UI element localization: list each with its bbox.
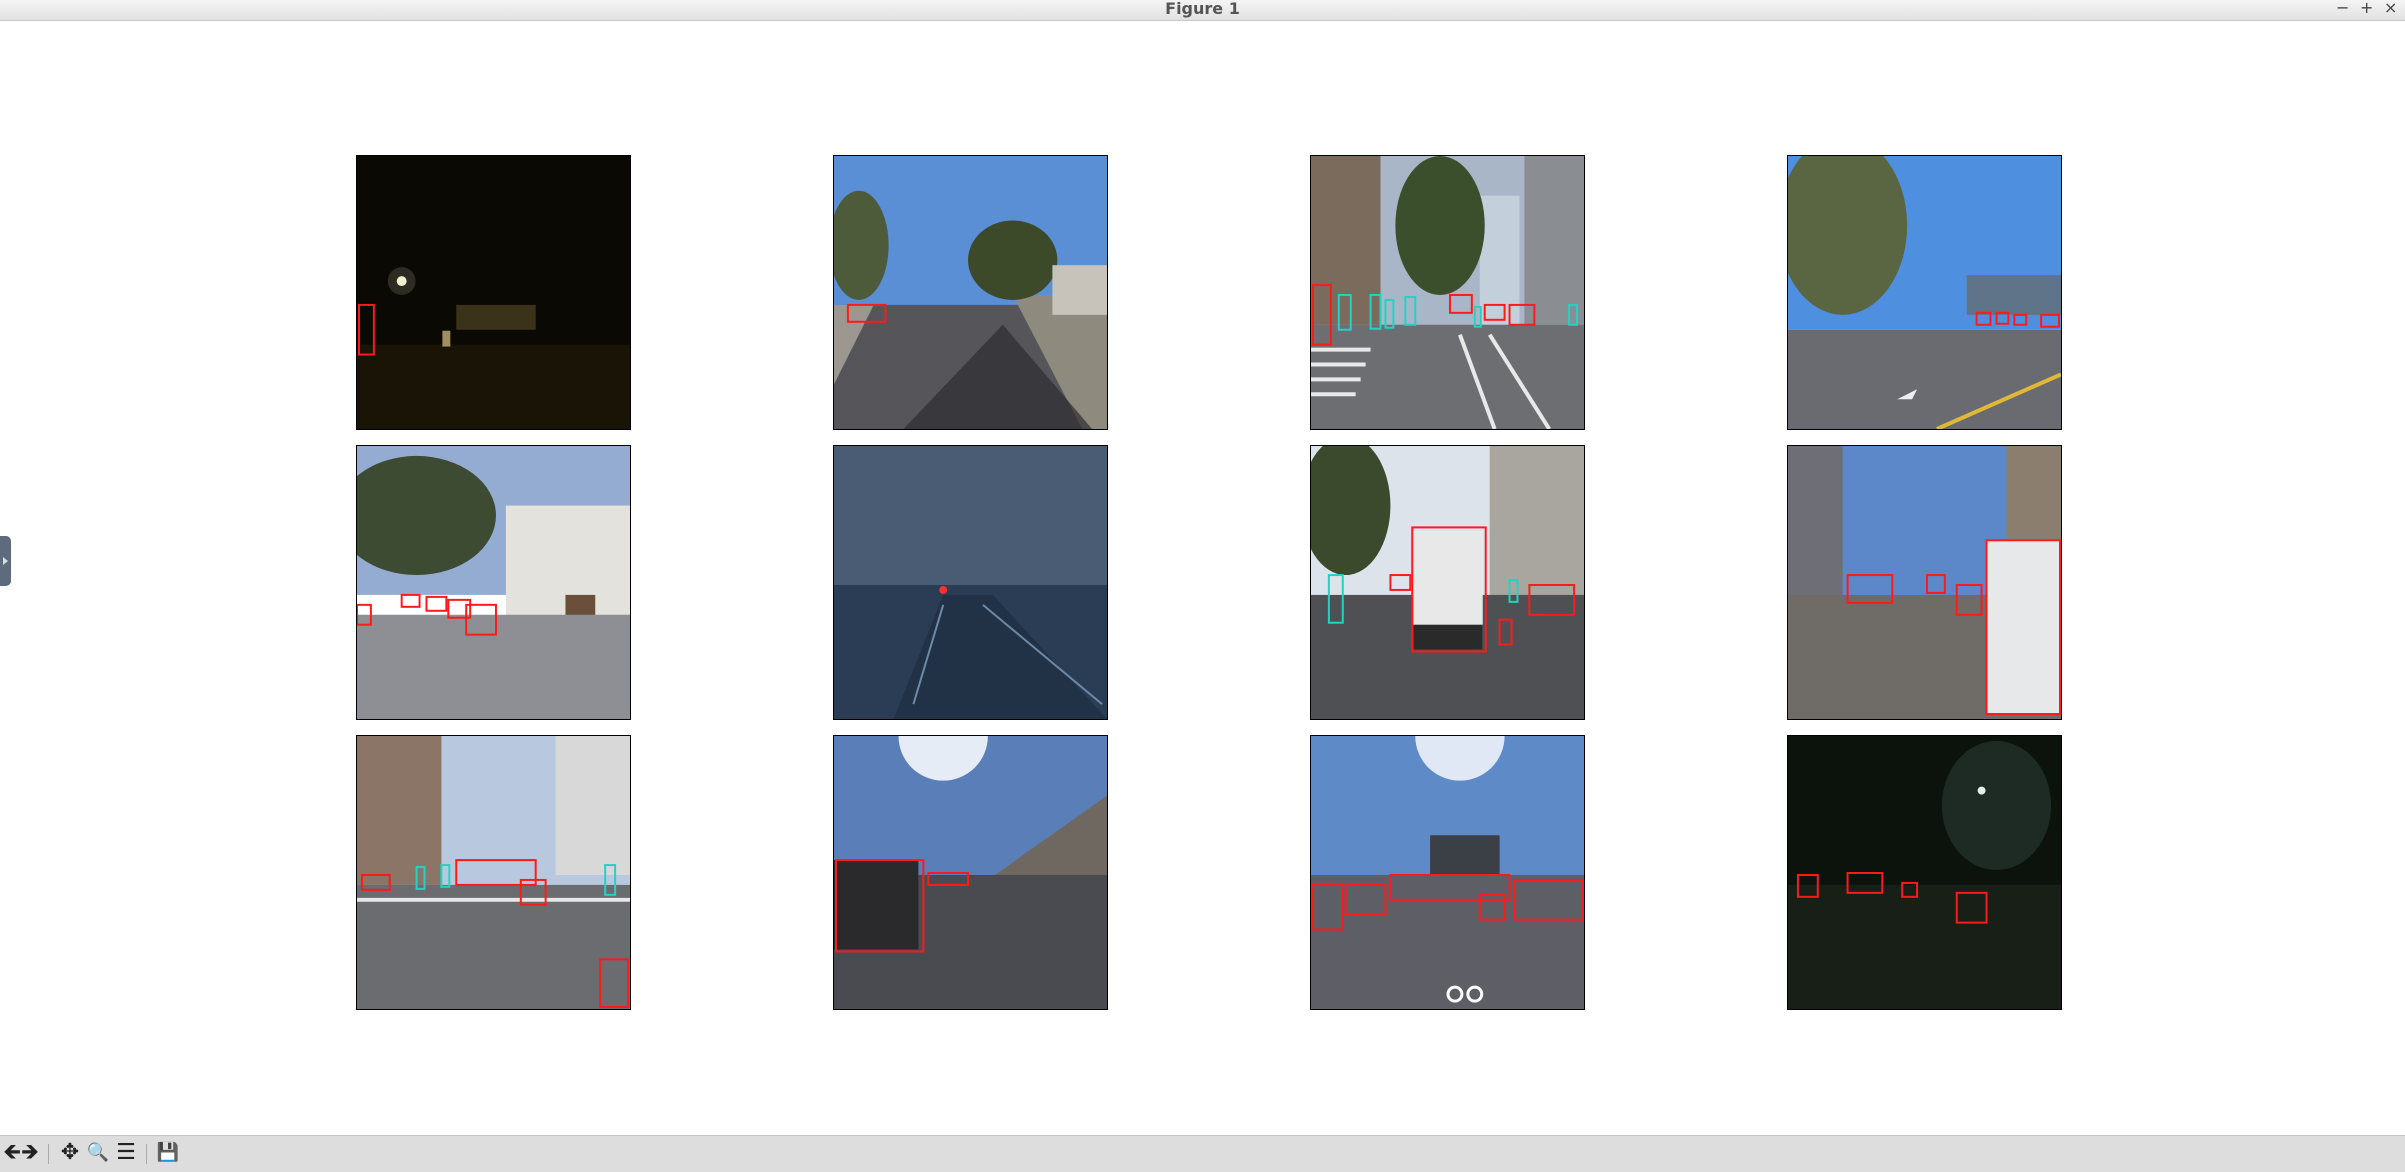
image-panel-r1c4: [1787, 155, 2062, 430]
image-panel-r2c2: [833, 445, 1108, 720]
maximize-button[interactable]: +: [2360, 0, 2373, 20]
window-title: Figure 1: [1165, 0, 1240, 18]
image-panel-r1c1: [356, 155, 631, 430]
toolbar-separator: [146, 1144, 147, 1164]
image-panel-r3c4: [1787, 735, 2062, 1010]
parked-van-street-image: [1788, 446, 2061, 719]
zoom-icon[interactable]: 🔍: [86, 1141, 110, 1165]
box-truck-street-image: [1311, 446, 1584, 719]
image-panel-r3c3: [1310, 735, 1585, 1010]
downtown-intersection-image: [357, 736, 630, 1009]
forward-arrow-icon[interactable]: 🡺: [18, 1141, 42, 1165]
residential-road-image: [834, 156, 1107, 429]
night-street-image: [357, 156, 630, 429]
image-panel-r3c1: [356, 735, 631, 1010]
image-panel-r2c3: [1310, 445, 1585, 720]
side-panel-handle[interactable]: [0, 536, 11, 586]
close-button[interactable]: ×: [2384, 0, 2397, 20]
image-panel-r3c2: [833, 735, 1108, 1010]
image-panel-r1c3: [1310, 155, 1585, 430]
night-wet-street-image: [1788, 736, 2061, 1009]
foggy-highway-image: [834, 446, 1107, 719]
palm-tree-road-image: [1788, 156, 2061, 429]
toolbar-separator: [48, 1144, 49, 1164]
figure-canvas[interactable]: [0, 21, 2405, 1135]
minimize-button[interactable]: −: [2336, 0, 2349, 20]
bike-lane-road-image: [1311, 736, 1584, 1009]
image-panel-r2c4: [1787, 445, 2062, 720]
configure-subplots-icon[interactable]: ☰: [114, 1141, 138, 1165]
city-intersection-image: [1311, 156, 1584, 429]
image-panel-r1c2: [833, 155, 1108, 430]
window-titlebar: Figure 1 − + ×: [0, 0, 2405, 21]
image-panel-r2c1: [356, 445, 631, 720]
sunny-freeway-image: [834, 736, 1107, 1009]
navigation-toolbar: 🡸 🡺 ✥ 🔍 ☰ 💾: [0, 1135, 2405, 1172]
pan-icon[interactable]: ✥: [58, 1141, 82, 1165]
hill-street-image: [357, 446, 630, 719]
save-icon[interactable]: 💾: [156, 1141, 180, 1165]
